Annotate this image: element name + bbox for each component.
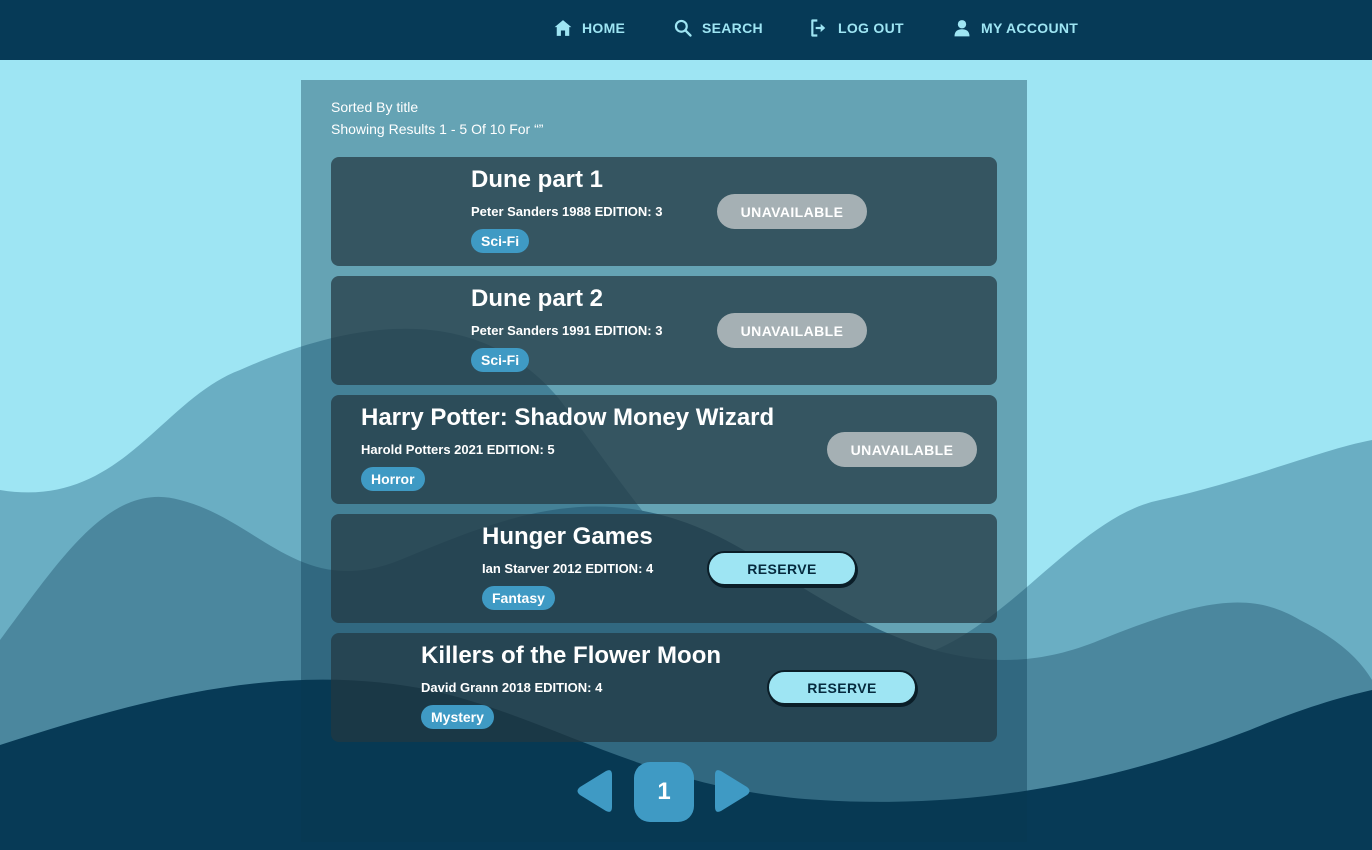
results-summary: Showing Results 1 - 5 Of 10 For “” <box>331 121 544 137</box>
book-card[interactable]: Killers of the Flower Moon David Grann 2… <box>331 633 997 742</box>
book-info: Dune part 2 Peter Sanders 1991 EDITION: … <box>471 284 662 372</box>
book-title: Harry Potter: Shadow Money Wizard <box>361 404 775 431</box>
unavailable-button[interactable]: UNAVAILABLE <box>717 194 867 229</box>
next-page-button[interactable] <box>713 765 753 817</box>
reserve-button[interactable]: RESERVE <box>767 670 917 705</box>
nav-logout-link[interactable]: LOG OUT <box>809 16 904 40</box>
book-details: Ian Starver 2012 EDITION: 4 <box>482 561 654 576</box>
book-details: Peter Sanders 1988 EDITION: 3 <box>471 204 663 219</box>
book-details: David Grann 2018 EDITION: 4 <box>421 680 603 695</box>
home-icon <box>554 20 572 36</box>
nav-logout-label: LOG OUT <box>838 20 904 36</box>
unavailable-button[interactable]: UNAVAILABLE <box>827 432 977 467</box>
current-page-indicator[interactable]: 1 <box>634 762 694 822</box>
nav-home-link[interactable]: HOME <box>553 16 625 40</box>
previous-page-button[interactable] <box>574 765 614 817</box>
book-title: Killers of the Flower Moon <box>421 642 722 669</box>
genre-badge: Sci-Fi <box>471 229 530 253</box>
book-details: Harold Potters 2021 EDITION: 5 <box>361 442 555 457</box>
chevron-left-icon <box>577 770 612 812</box>
book-title: Dune part 1 <box>471 166 604 193</box>
results-panel: Sorted By title Showing Results 1 - 5 Of… <box>301 80 1027 842</box>
search-icon <box>674 19 692 37</box>
book-info: Hunger Games Ian Starver 2012 EDITION: 4… <box>482 522 653 610</box>
book-card[interactable]: Dune part 2 Peter Sanders 1991 EDITION: … <box>331 276 997 385</box>
unavailable-button[interactable]: UNAVAILABLE <box>717 313 867 348</box>
nav-account-link[interactable]: MY ACCOUNT <box>952 16 1078 40</box>
book-info: Killers of the Flower Moon David Grann 2… <box>421 641 721 729</box>
nav-search-link[interactable]: SEARCH <box>673 16 763 40</box>
book-card[interactable]: Harry Potter: Shadow Money Wizard Harold… <box>331 395 997 504</box>
genre-badge: Sci-Fi <box>471 348 530 372</box>
genre-badge: Mystery <box>421 705 494 729</box>
book-card[interactable]: Hunger Games Ian Starver 2012 EDITION: 4… <box>331 514 997 623</box>
nav-account-label: MY ACCOUNT <box>981 20 1079 36</box>
book-details: Peter Sanders 1991 EDITION: 3 <box>471 323 663 338</box>
reserve-button[interactable]: RESERVE <box>707 551 857 586</box>
book-title: Dune part 2 <box>471 285 604 312</box>
book-info: Dune part 1 Peter Sanders 1988 EDITION: … <box>471 165 662 253</box>
book-card[interactable]: Dune part 1 Peter Sanders 1988 EDITION: … <box>331 157 997 266</box>
sort-label: Sorted By title <box>331 99 419 115</box>
genre-badge: Fantasy <box>482 586 555 610</box>
genre-badge: Horror <box>361 467 425 491</box>
chevron-right-icon <box>715 770 750 812</box>
user-icon <box>954 20 970 37</box>
book-title: Hunger Games <box>482 523 653 550</box>
book-info: Harry Potter: Shadow Money Wizard Harold… <box>361 403 774 491</box>
nav-home-label: HOME <box>582 20 626 36</box>
nav-search-label: SEARCH <box>702 20 763 36</box>
top-nav: HOME SEARCH LOG OUT MY ACCOUNT <box>0 0 1372 60</box>
logout-icon <box>811 19 826 37</box>
